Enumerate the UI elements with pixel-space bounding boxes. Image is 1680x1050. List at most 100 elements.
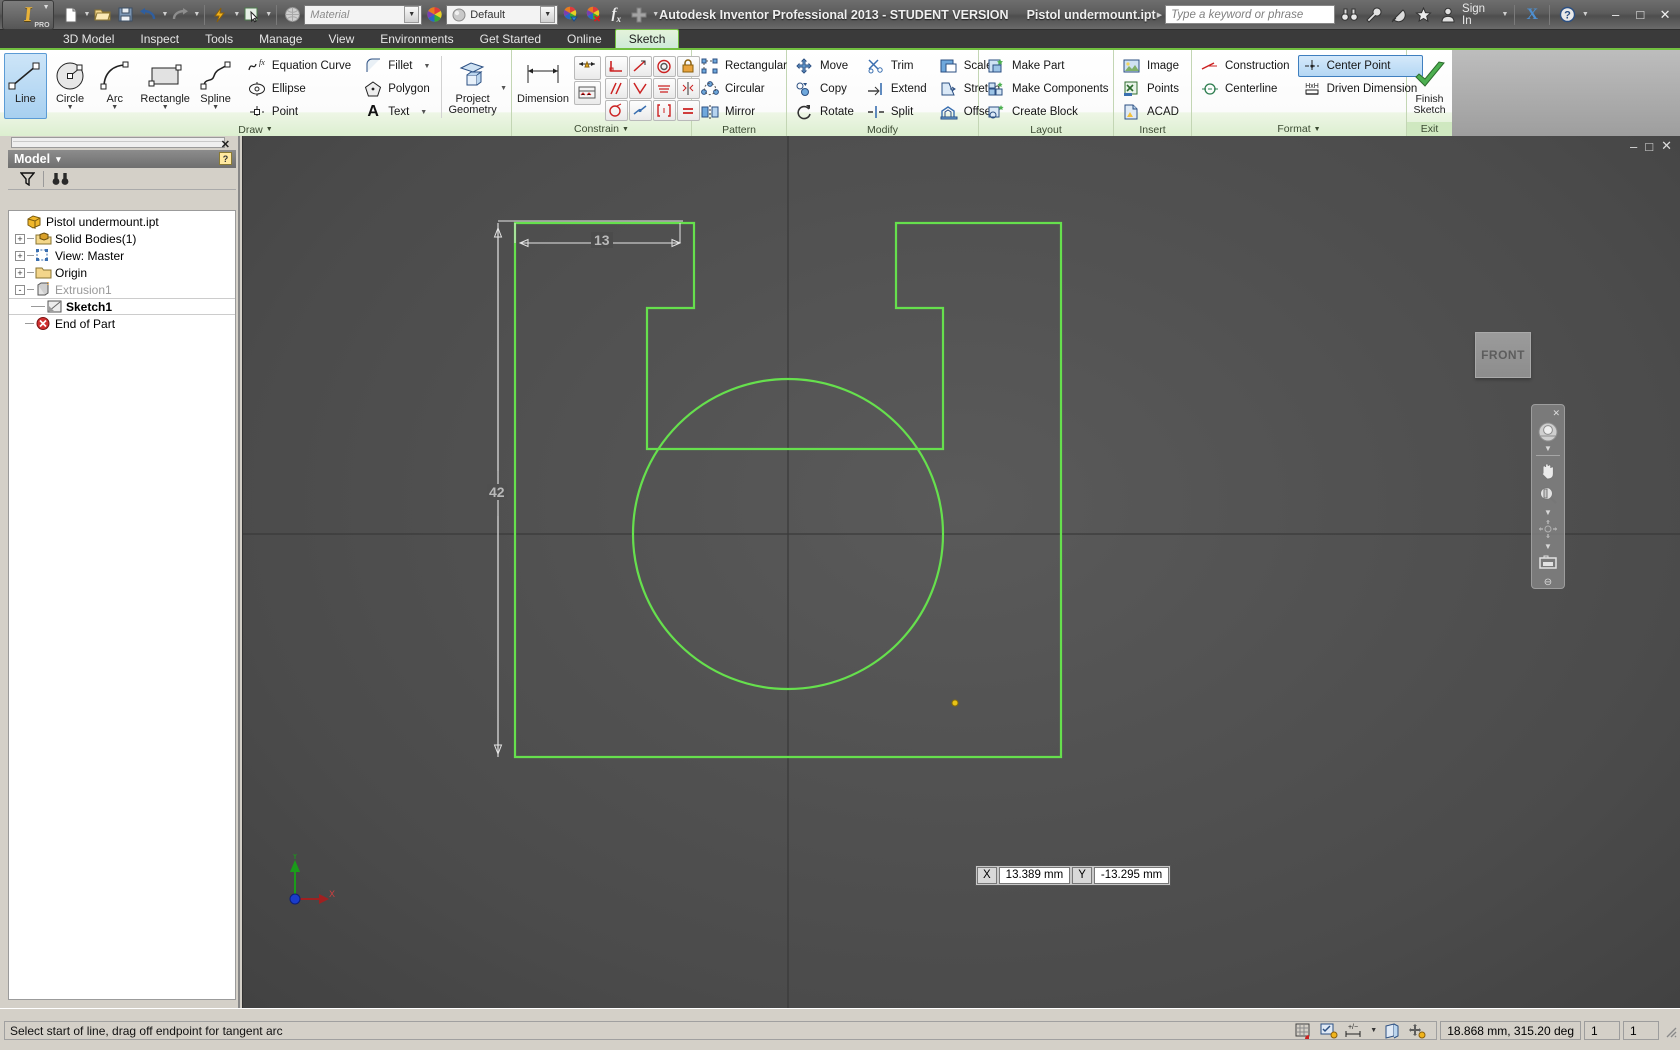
orbit-icon[interactable] bbox=[1535, 517, 1561, 540]
driven-dimension-button[interactable]: HxH Driven Dimension bbox=[1298, 78, 1424, 100]
tab-3d-model[interactable]: 3D Model bbox=[50, 29, 127, 48]
appearance-dropdown-icon[interactable]: ▼ bbox=[540, 6, 556, 23]
window-minimize-button[interactable]: – bbox=[1605, 5, 1627, 25]
project-geometry-button[interactable]: Project Geometry bbox=[447, 53, 498, 119]
open-folder-icon[interactable] bbox=[91, 4, 113, 26]
make-components-button[interactable]: Make Components bbox=[983, 78, 1115, 100]
window-maximize-button[interactable]: □ bbox=[1629, 5, 1651, 25]
parallel-constraint-icon[interactable] bbox=[604, 78, 628, 99]
sign-in-dropdown-icon[interactable]: ▼ bbox=[1501, 11, 1508, 18]
constraint-settings-icon[interactable] bbox=[573, 81, 601, 105]
copy-button[interactable]: Copy bbox=[791, 78, 860, 100]
find-binoculars-icon[interactable] bbox=[49, 169, 71, 188]
lightning-bolt-icon[interactable] bbox=[209, 4, 231, 26]
favorites-star-icon[interactable] bbox=[1413, 5, 1435, 25]
fillet-button[interactable]: Fillet ▼ bbox=[359, 55, 436, 77]
coord-x-value[interactable]: 13.389 mm bbox=[998, 867, 1071, 884]
rotate-button[interactable]: Rotate bbox=[791, 101, 860, 123]
tab-tools[interactable]: Tools bbox=[192, 29, 246, 48]
sign-in-label[interactable]: Sign In bbox=[1462, 3, 1497, 27]
application-menu-button[interactable]: I PRO ▼ bbox=[2, 0, 54, 30]
ellipse-button[interactable]: Ellipse bbox=[243, 78, 357, 100]
tab-sketch[interactable]: Sketch bbox=[614, 29, 680, 48]
chevron-down-icon-2[interactable]: ▼ bbox=[1544, 508, 1552, 517]
autodesk-exchange-icon[interactable]: X bbox=[1521, 5, 1543, 25]
circle-dropdown-icon[interactable]: ▼ bbox=[67, 104, 74, 111]
resize-grip[interactable] bbox=[1663, 1024, 1677, 1038]
move-button[interactable]: Move bbox=[791, 55, 860, 77]
spline-tool-button[interactable]: Spline ▼ bbox=[194, 53, 237, 119]
concentric-constraint-icon[interactable] bbox=[652, 56, 676, 77]
select-dropdown-icon[interactable]: ▼ bbox=[265, 11, 272, 18]
tree-item-view-master[interactable]: + View: Master bbox=[9, 247, 235, 264]
zoom-magnifier-icon[interactable] bbox=[1535, 484, 1561, 507]
tab-view[interactable]: View bbox=[315, 29, 367, 48]
create-block-button[interactable]: Create Block bbox=[983, 101, 1115, 123]
smooth-constraint-icon[interactable] bbox=[628, 100, 652, 121]
arc-dropdown-icon[interactable]: ▼ bbox=[111, 104, 118, 111]
wrench-icon[interactable] bbox=[1363, 5, 1385, 25]
finish-sketch-button[interactable]: Finish Sketch bbox=[1411, 53, 1448, 119]
tree-item-solid-bodies[interactable]: + Solid Bodies(1) bbox=[9, 230, 235, 247]
tree-item-sketch1[interactable]: Sketch1 bbox=[9, 298, 235, 315]
polygon-button[interactable]: Polygon bbox=[359, 78, 436, 100]
help-icon[interactable]: ? bbox=[219, 152, 232, 165]
filter-icon[interactable] bbox=[16, 169, 38, 188]
text-button[interactable]: A Text ▼ bbox=[359, 101, 436, 123]
update-dropdown-icon[interactable]: ▼ bbox=[233, 11, 240, 18]
new-file-dropdown-icon[interactable]: ▼ bbox=[84, 11, 91, 18]
grid-snap-icon[interactable] bbox=[1294, 1022, 1314, 1039]
material-dropdown-icon[interactable]: ▼ bbox=[404, 6, 420, 23]
redo-dropdown-icon[interactable]: ▼ bbox=[193, 11, 200, 18]
title-overflow-chevron-icon[interactable]: ▶ bbox=[1157, 11, 1162, 19]
coincident-constraint-icon[interactable] bbox=[628, 78, 652, 99]
dimension-display-dropdown-icon[interactable]: ▼ bbox=[1370, 1027, 1377, 1034]
tab-online[interactable]: Online bbox=[554, 29, 615, 48]
sketch-viewport[interactable]: 13 42 FRONT ✕ ▼ ▼ ▼ ⊖ X 13.389 mm Y -13.… bbox=[243, 136, 1680, 1008]
tree-item-origin[interactable]: + Origin bbox=[9, 264, 235, 281]
select-cursor-icon[interactable] bbox=[241, 4, 263, 26]
circular-pattern-button[interactable]: Circular bbox=[696, 78, 793, 100]
image-button[interactable]: Image bbox=[1118, 55, 1185, 77]
parameters-fx-icon[interactable]: fx bbox=[605, 4, 627, 26]
mirror-button[interactable]: Mirror bbox=[696, 101, 793, 123]
navbar-collapse-icon[interactable]: ⊖ bbox=[1544, 577, 1552, 588]
rectangle-dropdown-icon[interactable]: ▼ bbox=[162, 104, 169, 111]
close-icon[interactable]: ✕ bbox=[1552, 408, 1560, 419]
graphics-close-button[interactable]: ✕ bbox=[1661, 138, 1672, 154]
undo-dropdown-icon[interactable]: ▼ bbox=[161, 11, 168, 18]
appearance-picker-icon[interactable] bbox=[559, 4, 581, 26]
auto-dimension-icon[interactable] bbox=[573, 56, 601, 80]
graphics-minimize-button[interactable]: – bbox=[1630, 139, 1637, 154]
tab-manage[interactable]: Manage bbox=[246, 29, 315, 48]
tree-item-extrusion1[interactable]: - Extrusion1 bbox=[9, 281, 235, 298]
help-dropdown-icon[interactable]: ▼ bbox=[1582, 11, 1589, 18]
look-at-camera-icon[interactable] bbox=[1535, 551, 1561, 574]
expand-icon[interactable]: + bbox=[15, 250, 25, 261]
points-button[interactable]: Points bbox=[1118, 78, 1185, 100]
expand-icon[interactable]: + bbox=[15, 233, 25, 244]
redo-arrow-icon[interactable] bbox=[169, 4, 191, 26]
appearance-combo[interactable]: Default ▼ bbox=[446, 4, 559, 25]
text-dropdown-icon[interactable]: ▼ bbox=[420, 109, 427, 116]
tab-get-started[interactable]: Get Started bbox=[467, 29, 554, 48]
expand-icon[interactable]: + bbox=[15, 267, 25, 278]
satellite-dish-icon[interactable] bbox=[1388, 5, 1410, 25]
project-geometry-dropdown-icon[interactable]: ▼ bbox=[500, 85, 507, 92]
clear-appearance-icon[interactable] bbox=[582, 4, 604, 26]
floppy-disk-icon[interactable] bbox=[114, 4, 136, 26]
dimension-tool-button[interactable]: Dimension bbox=[516, 53, 570, 119]
center-point-button[interactable]: Center Point bbox=[1297, 55, 1424, 77]
new-file-icon[interactable] bbox=[60, 4, 82, 26]
fillet-dropdown-icon[interactable]: ▼ bbox=[423, 63, 430, 70]
split-button[interactable]: Split bbox=[862, 101, 933, 123]
centerline-button[interactable]: Centerline bbox=[1196, 78, 1296, 100]
point-button[interactable]: Point bbox=[243, 101, 357, 123]
slice-graphics-icon[interactable] bbox=[1382, 1022, 1402, 1039]
spline-dropdown-icon[interactable]: ▼ bbox=[212, 104, 219, 111]
find-binoculars-icon[interactable] bbox=[1338, 5, 1360, 25]
chevron-down-icon[interactable]: ▼ bbox=[43, 4, 50, 11]
make-part-button[interactable]: Make Part bbox=[983, 55, 1115, 77]
chevron-down-icon-3[interactable]: ▼ bbox=[1544, 542, 1552, 551]
material-combo[interactable]: Material ▼ bbox=[304, 4, 423, 25]
